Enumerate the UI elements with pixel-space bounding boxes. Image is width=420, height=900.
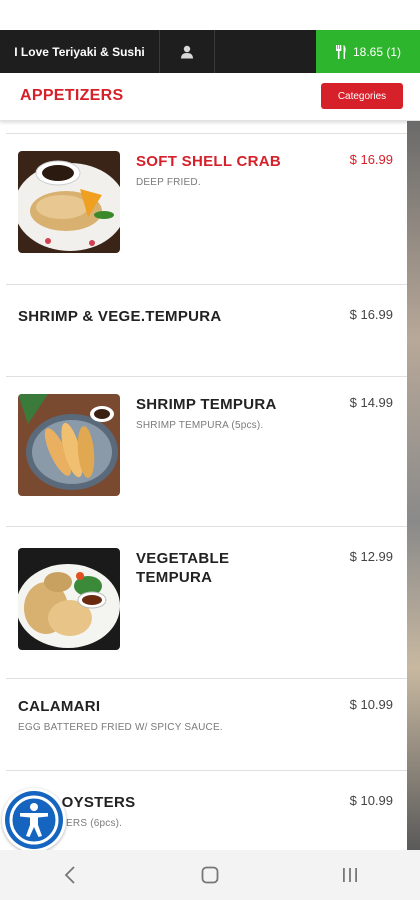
home-button[interactable] (180, 855, 240, 895)
menu-list[interactable]: SOFT SHELL CRAB DEEP FRIED. $ 16.99 SHRI… (0, 121, 407, 850)
accessibility-button[interactable] (2, 788, 66, 852)
shrimp-tempura-photo[interactable] (18, 394, 120, 496)
accessibility-icon (5, 791, 63, 849)
soft-shell-crab-photo[interactable] (18, 151, 120, 253)
item-price: $ 10.99 (349, 793, 393, 808)
item-price: $ 12.99 (349, 549, 393, 564)
item-divider (6, 376, 407, 377)
item-price: $ 16.99 (349, 307, 393, 322)
item-description: SHRIMP TEMPURA (5pcs). (136, 420, 264, 431)
top-bar: I Love Teriyaki & Sushi 18.65 (1) (0, 30, 420, 73)
item-divider (6, 678, 407, 679)
item-divider (6, 770, 407, 771)
user-icon (181, 45, 193, 58)
item-name: SHRIMP TEMPURA (136, 396, 277, 413)
cart-button[interactable]: 18.65 (1) (316, 30, 420, 73)
item-name: CALAMARI (18, 698, 101, 715)
restaurant-name[interactable]: I Love Teriyaki & Sushi (0, 30, 160, 73)
back-button[interactable] (40, 855, 100, 895)
item-description: EGG BATTERED FRIED W/ SPICY SAUCE. (18, 722, 223, 733)
recents-button[interactable] (320, 855, 380, 895)
item-divider (6, 526, 407, 527)
category-title: APPETIZERS (20, 87, 124, 104)
vegetable-tempura-photo[interactable] (18, 548, 120, 650)
background-photo-edge (407, 121, 420, 850)
item-price: $ 14.99 (349, 395, 393, 410)
item-divider (6, 133, 407, 134)
item-name: VEGETABLE TEMPURA (136, 550, 230, 586)
cart-total: 18.65 (1) (352, 44, 402, 59)
item-name: SOFT SHELL CRAB (136, 153, 282, 170)
item-name: SHRIMP & VEGE.TEMPURA (18, 308, 222, 325)
item-price: $ 10.99 (349, 697, 393, 712)
recents-icon (343, 868, 357, 882)
system-navigation-bar (0, 850, 420, 900)
categories-button[interactable]: Categories (321, 83, 403, 109)
item-divider (6, 284, 407, 285)
back-chevron-icon (64, 866, 75, 884)
home-icon (201, 866, 219, 884)
item-price: $ 16.99 (349, 152, 393, 167)
fork-knife-icon (335, 44, 346, 59)
status-bar (0, 0, 420, 30)
account-button[interactable] (160, 30, 215, 73)
item-description: DEEP FRIED. (136, 177, 201, 188)
